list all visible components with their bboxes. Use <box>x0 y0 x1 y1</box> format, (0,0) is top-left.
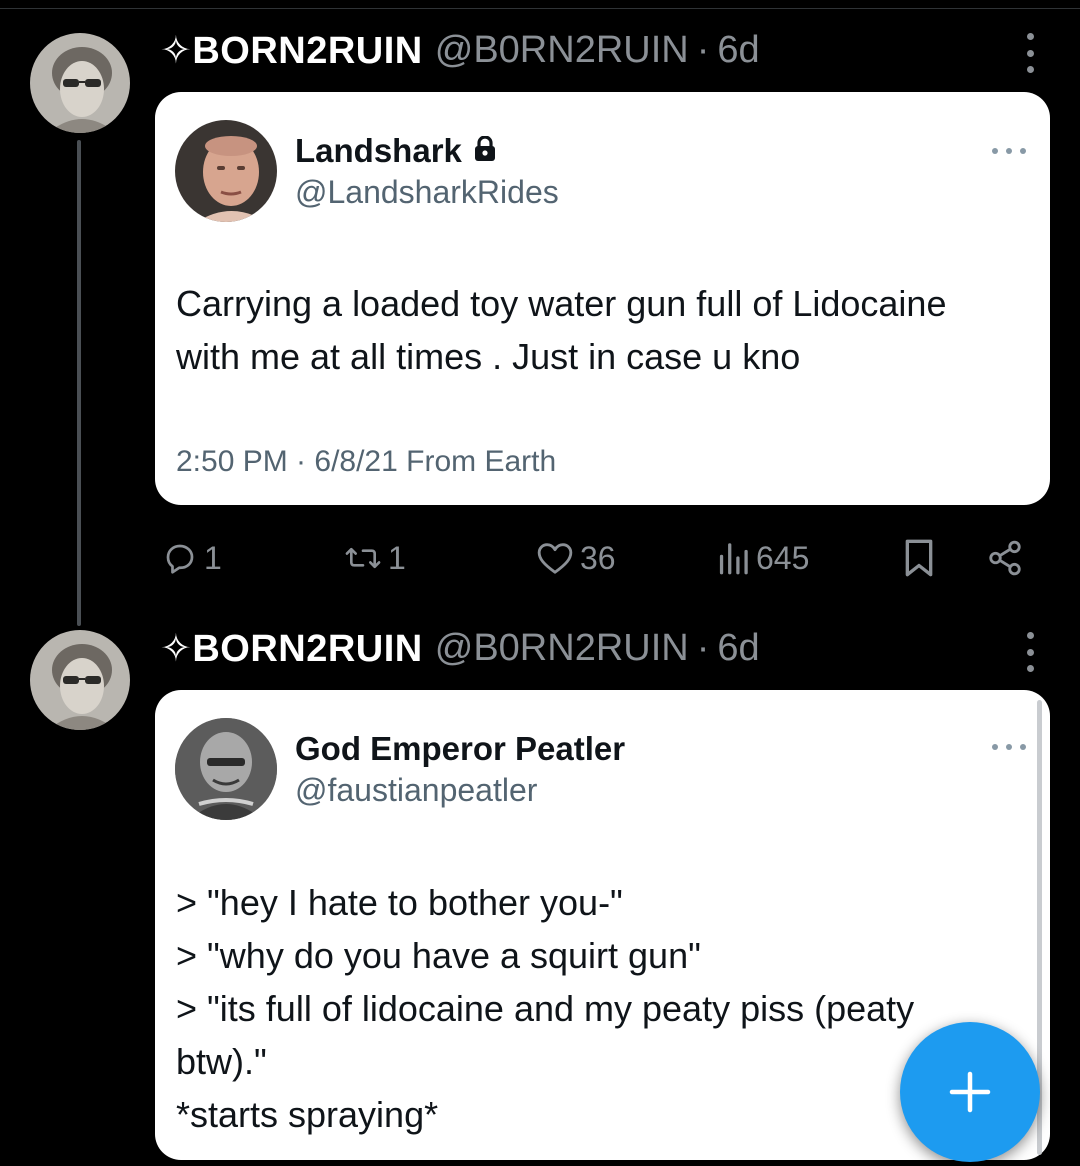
tweet-header: ✧BORN2RUIN @B0RN2RUIN · 6d <box>160 623 760 673</box>
author-name[interactable]: ✧BORN2RUIN <box>160 28 423 73</box>
card-more-icon[interactable] <box>992 744 1026 752</box>
author-name[interactable]: ✧BORN2RUIN <box>160 626 423 671</box>
quoted-author-name-text: Landshark <box>295 132 462 169</box>
views-button[interactable]: 645 <box>716 530 809 586</box>
quoted-author-avatar[interactable] <box>175 718 277 820</box>
quoted-text-line: Carrying a loaded toy water gun full of … <box>176 283 947 324</box>
divider <box>0 8 1080 9</box>
quoted-author-name[interactable]: God Emperor Peatler <box>295 730 625 768</box>
like-button[interactable]: 36 <box>536 530 616 586</box>
tweet-age[interactable]: 6d <box>717 29 759 72</box>
separator-dot: · <box>696 626 710 669</box>
quoted-author-handle[interactable]: @faustianpeatler <box>295 772 537 809</box>
lock-icon <box>474 132 496 170</box>
repost-count: 1 <box>388 539 406 576</box>
bookmark-button[interactable] <box>902 530 936 586</box>
repost-icon <box>344 540 382 576</box>
quoted-tweet-text: > "hey I hate to bother you-" > "why do … <box>176 876 1022 1141</box>
view-count: 645 <box>756 539 810 576</box>
tweet-header: ✧BORN2RUIN @B0RN2RUIN · 6d <box>160 25 760 75</box>
author-handle[interactable]: @B0RN2RUIN <box>435 627 689 670</box>
plus-icon-glyph <box>949 1071 991 1113</box>
author-handle[interactable]: @B0RN2RUIN <box>435 29 689 72</box>
quoted-tweet-card[interactable]: Landshark @LandsharkRides Carrying a loa… <box>155 92 1050 505</box>
reply-button[interactable]: 1 <box>162 530 222 586</box>
share-icon <box>986 539 1024 577</box>
quoted-author-handle[interactable]: @LandsharkRides <box>295 174 559 211</box>
heart-icon <box>536 540 574 576</box>
compose-button[interactable]: + <box>900 1022 1040 1162</box>
more-options-icon[interactable] <box>1020 33 1040 73</box>
bookmark-icon <box>902 538 936 578</box>
reply-count: 1 <box>204 539 222 576</box>
quoted-author-name[interactable]: Landshark <box>295 132 496 170</box>
card-more-icon[interactable] <box>992 148 1026 156</box>
tweet-age[interactable]: 6d <box>717 627 759 670</box>
more-options-icon[interactable] <box>1020 632 1040 672</box>
separator-dot: · <box>696 28 710 71</box>
tweet-actions: 1 1 36 645 <box>0 530 1080 586</box>
quoted-author-name-text: God Emperor Peatler <box>295 730 626 767</box>
timeline: ✧BORN2RUIN @B0RN2RUIN · 6d Landshark @La… <box>0 0 1080 1166</box>
quoted-author-avatar[interactable] <box>175 120 277 222</box>
reply-icon <box>162 540 198 576</box>
like-count: 36 <box>580 539 616 576</box>
quoted-text-line: > "why do you have a squirt gun" <box>176 935 701 976</box>
quoted-text-line: > "its full of lidocaine and my peaty pi… <box>176 988 915 1029</box>
author-avatar[interactable] <box>30 630 130 730</box>
quoted-text-line: *starts spraying* <box>176 1094 439 1135</box>
quoted-text-line: > "hey I hate to bother you-" <box>176 882 623 923</box>
author-avatar[interactable] <box>30 33 130 133</box>
quoted-text-line: with me at all times . Just in case u kn… <box>176 336 801 377</box>
analytics-icon <box>716 540 750 576</box>
share-button[interactable] <box>986 530 1024 586</box>
quoted-tweet-timestamp: 2:50 PM · 6/8/21 From Earth <box>176 445 557 478</box>
repost-button[interactable]: 1 <box>344 530 406 586</box>
quoted-text-line: btw)." <box>176 1041 267 1082</box>
quoted-tweet-text: Carrying a loaded toy water gun full of … <box>176 277 1022 383</box>
